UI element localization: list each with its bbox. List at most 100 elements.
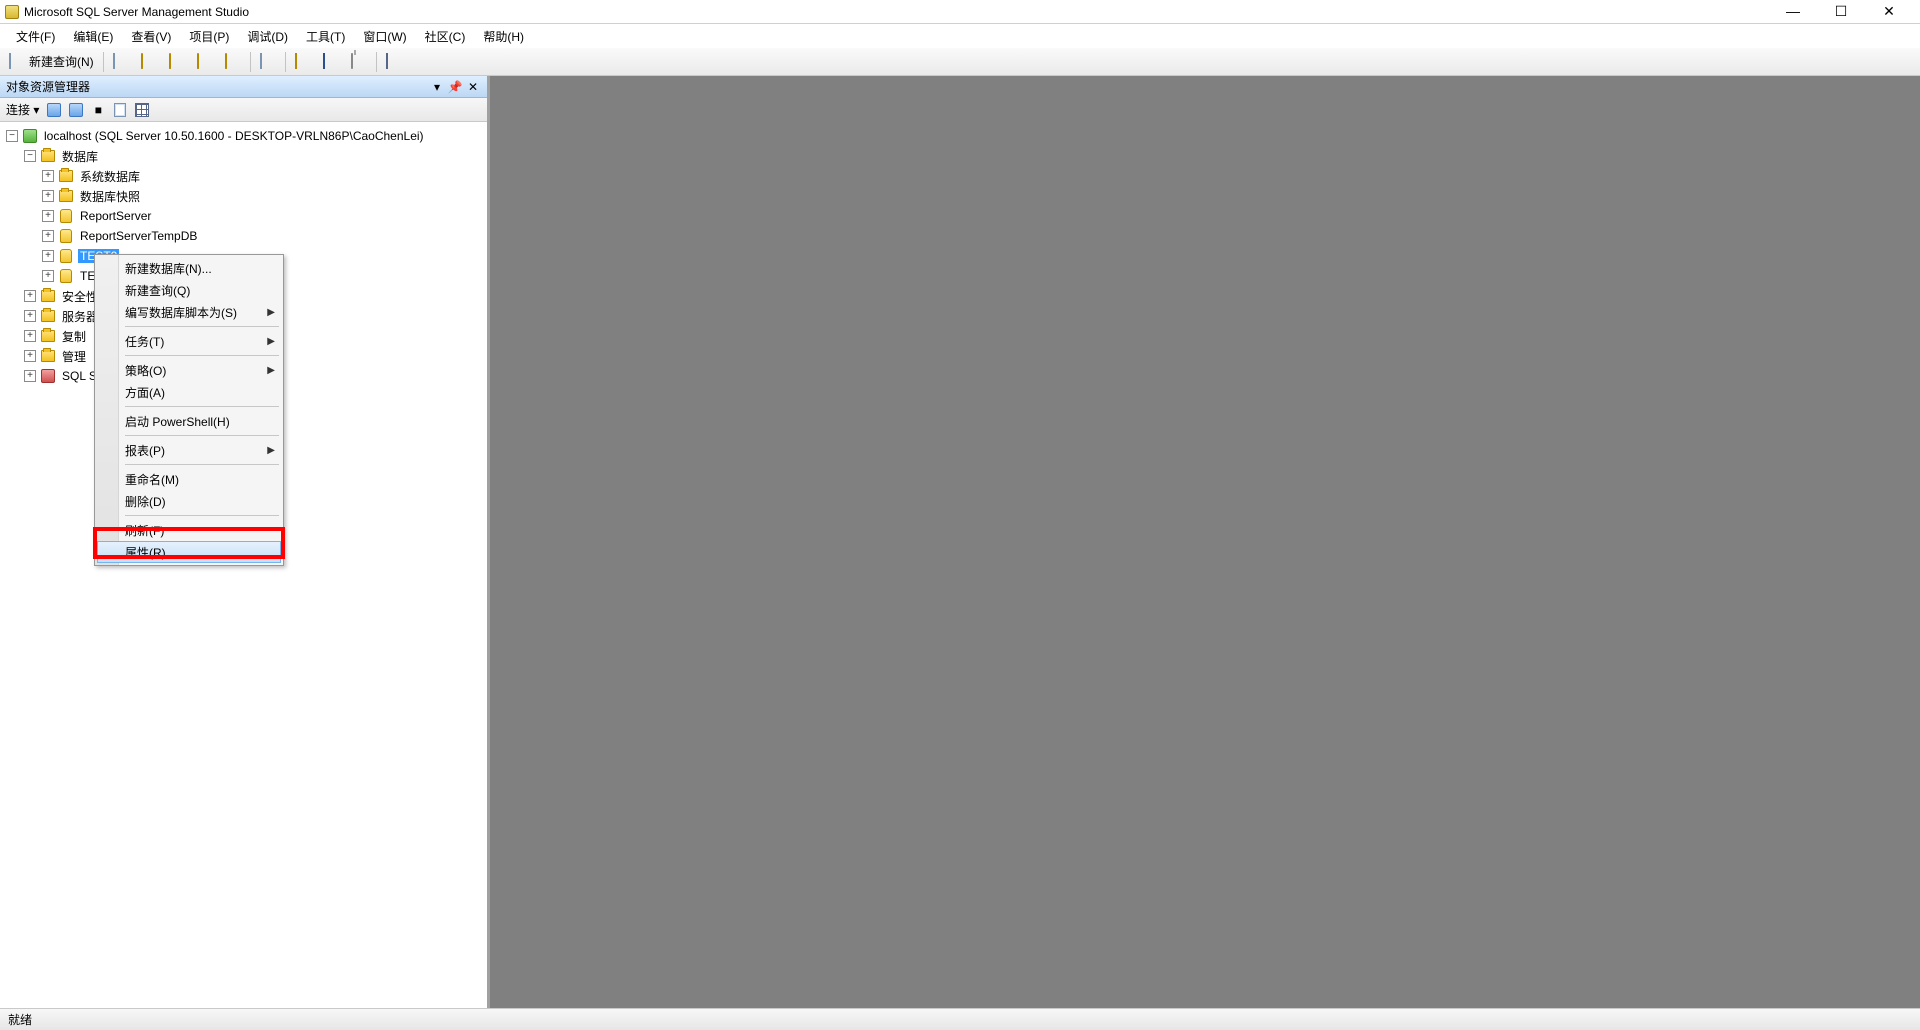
folder-icon	[58, 168, 74, 184]
menu-help[interactable]: 帮助(H)	[475, 26, 532, 47]
sql-agent-icon	[40, 368, 56, 384]
cm-facets-label: 方面(A)	[125, 384, 165, 401]
cm-new-database[interactable]: 新建数据库(N)...	[97, 257, 281, 279]
separator	[125, 464, 279, 465]
save-button[interactable]	[318, 51, 344, 73]
open-file-button[interactable]	[290, 51, 316, 73]
minimize-button[interactable]: —	[1780, 3, 1806, 20]
cm-start-powershell-label: 启动 PowerShell(H)	[125, 413, 230, 430]
tb-btn-3[interactable]	[164, 51, 190, 73]
activity-monitor-icon	[386, 54, 402, 70]
disconnect-button[interactable]	[67, 101, 85, 119]
app-icon	[4, 4, 20, 20]
expand-toggle[interactable]	[42, 210, 54, 222]
open-folder-icon	[295, 54, 311, 70]
analysis-query-icon	[169, 54, 185, 70]
connect-dropdown[interactable]: 连接 ▾	[6, 101, 39, 118]
expand-toggle[interactable]	[6, 130, 18, 142]
tb-btn-1[interactable]	[108, 51, 134, 73]
menu-community[interactable]: 社区(C)	[417, 26, 474, 47]
expand-toggle[interactable]	[24, 350, 36, 362]
folder-icon	[40, 348, 56, 364]
tb-btn-5[interactable]	[220, 51, 246, 73]
window-controls: — ☐ ✕	[1780, 3, 1916, 20]
new-query-button[interactable]: 新建查询(N)	[4, 51, 99, 73]
cm-properties[interactable]: 属性(R)	[97, 541, 281, 563]
expand-toggle[interactable]	[42, 250, 54, 262]
tb-btn-2[interactable]	[136, 51, 162, 73]
menu-debug[interactable]: 调试(D)	[239, 26, 296, 47]
management-label: 管理	[60, 348, 88, 365]
expand-toggle[interactable]	[24, 330, 36, 342]
cm-new-query[interactable]: 新建查询(Q)	[97, 279, 281, 301]
tree-node-db-snapshots[interactable]: 数据库快照	[6, 186, 487, 206]
replication-label: 复制	[60, 328, 88, 345]
cm-script-db-as[interactable]: 编写数据库脚本为(S)▶	[97, 301, 281, 323]
activity-monitor-button[interactable]	[381, 51, 407, 73]
tree-node-system-databases[interactable]: 系统数据库	[6, 166, 487, 186]
expand-toggle[interactable]	[24, 310, 36, 322]
stop-button[interactable]: ■	[89, 101, 107, 119]
filter-icon	[135, 103, 149, 117]
connect-button[interactable]	[45, 101, 63, 119]
new-query-label: 新建查询(N)	[29, 53, 94, 70]
menu-window[interactable]: 窗口(W)	[355, 26, 414, 47]
cm-properties-label: 属性(R)	[125, 544, 166, 561]
separator	[125, 515, 279, 516]
tree-node-databases[interactable]: 数据库	[6, 146, 487, 166]
folder-icon	[40, 148, 56, 164]
expand-toggle[interactable]	[42, 170, 54, 182]
dropdown-icon[interactable]: ▾	[429, 79, 445, 95]
cm-tasks[interactable]: 任务(T)▶	[97, 330, 281, 352]
xmla-query-icon	[260, 54, 276, 70]
folder-icon	[58, 188, 74, 204]
tree-node-reportservertempdb[interactable]: ReportServerTempDB	[6, 226, 487, 246]
server-icon	[22, 128, 38, 144]
object-explorer-toolbar: 连接 ▾ ■	[0, 98, 487, 122]
tree-node-reportserver[interactable]: ReportServer	[6, 206, 487, 226]
tb-btn-6[interactable]	[255, 51, 281, 73]
menu-view[interactable]: 查看(V)	[123, 26, 179, 47]
close-icon[interactable]: ✕	[465, 79, 481, 95]
print-button[interactable]	[346, 51, 372, 73]
expand-toggle[interactable]	[24, 150, 36, 162]
disconnect-icon	[69, 103, 83, 117]
filter-button[interactable]	[133, 101, 151, 119]
document-icon	[113, 54, 129, 70]
cm-policies[interactable]: 策略(O)▶	[97, 359, 281, 381]
cm-script-db-as-label: 编写数据库脚本为(S)	[125, 304, 237, 321]
database-icon	[58, 228, 74, 244]
object-explorer-header: 对象资源管理器 ▾ 📌 ✕	[0, 76, 487, 98]
connect-icon	[47, 103, 61, 117]
menu-edit[interactable]: 编辑(E)	[65, 26, 121, 47]
menu-file[interactable]: 文件(F)	[8, 26, 63, 47]
pin-icon[interactable]: 📌	[447, 79, 463, 95]
maximize-button[interactable]: ☐	[1828, 3, 1854, 20]
cm-start-powershell[interactable]: 启动 PowerShell(H)	[97, 410, 281, 432]
tree-node-server[interactable]: localhost (SQL Server 10.50.1600 - DESKT…	[6, 126, 487, 146]
cm-refresh[interactable]: 刷新(F)	[97, 519, 281, 541]
expand-toggle[interactable]	[42, 190, 54, 202]
cm-facets[interactable]: 方面(A)	[97, 381, 281, 403]
menu-tools[interactable]: 工具(T)	[298, 26, 353, 47]
server-label: localhost (SQL Server 10.50.1600 - DESKT…	[42, 129, 426, 143]
expand-toggle[interactable]	[24, 290, 36, 302]
reportserver-label: ReportServer	[78, 209, 153, 223]
databases-label: 数据库	[60, 148, 100, 165]
expand-toggle[interactable]	[42, 230, 54, 242]
expand-toggle[interactable]	[24, 370, 36, 382]
folder-icon	[40, 288, 56, 304]
mdx-query-icon	[197, 54, 213, 70]
expand-toggle[interactable]	[42, 270, 54, 282]
close-button[interactable]: ✕	[1876, 3, 1902, 20]
snapshot-label: 数据库快照	[78, 188, 142, 205]
cm-delete[interactable]: 删除(D)	[97, 490, 281, 512]
chevron-right-icon: ▶	[267, 365, 275, 376]
cm-reports[interactable]: 报表(P)▶	[97, 439, 281, 461]
tb-btn-4[interactable]	[192, 51, 218, 73]
refresh-button[interactable]	[111, 101, 129, 119]
folder-icon	[40, 308, 56, 324]
menu-project[interactable]: 项目(P)	[181, 26, 237, 47]
cm-new-query-label: 新建查询(Q)	[125, 282, 190, 299]
cm-rename[interactable]: 重命名(M)	[97, 468, 281, 490]
